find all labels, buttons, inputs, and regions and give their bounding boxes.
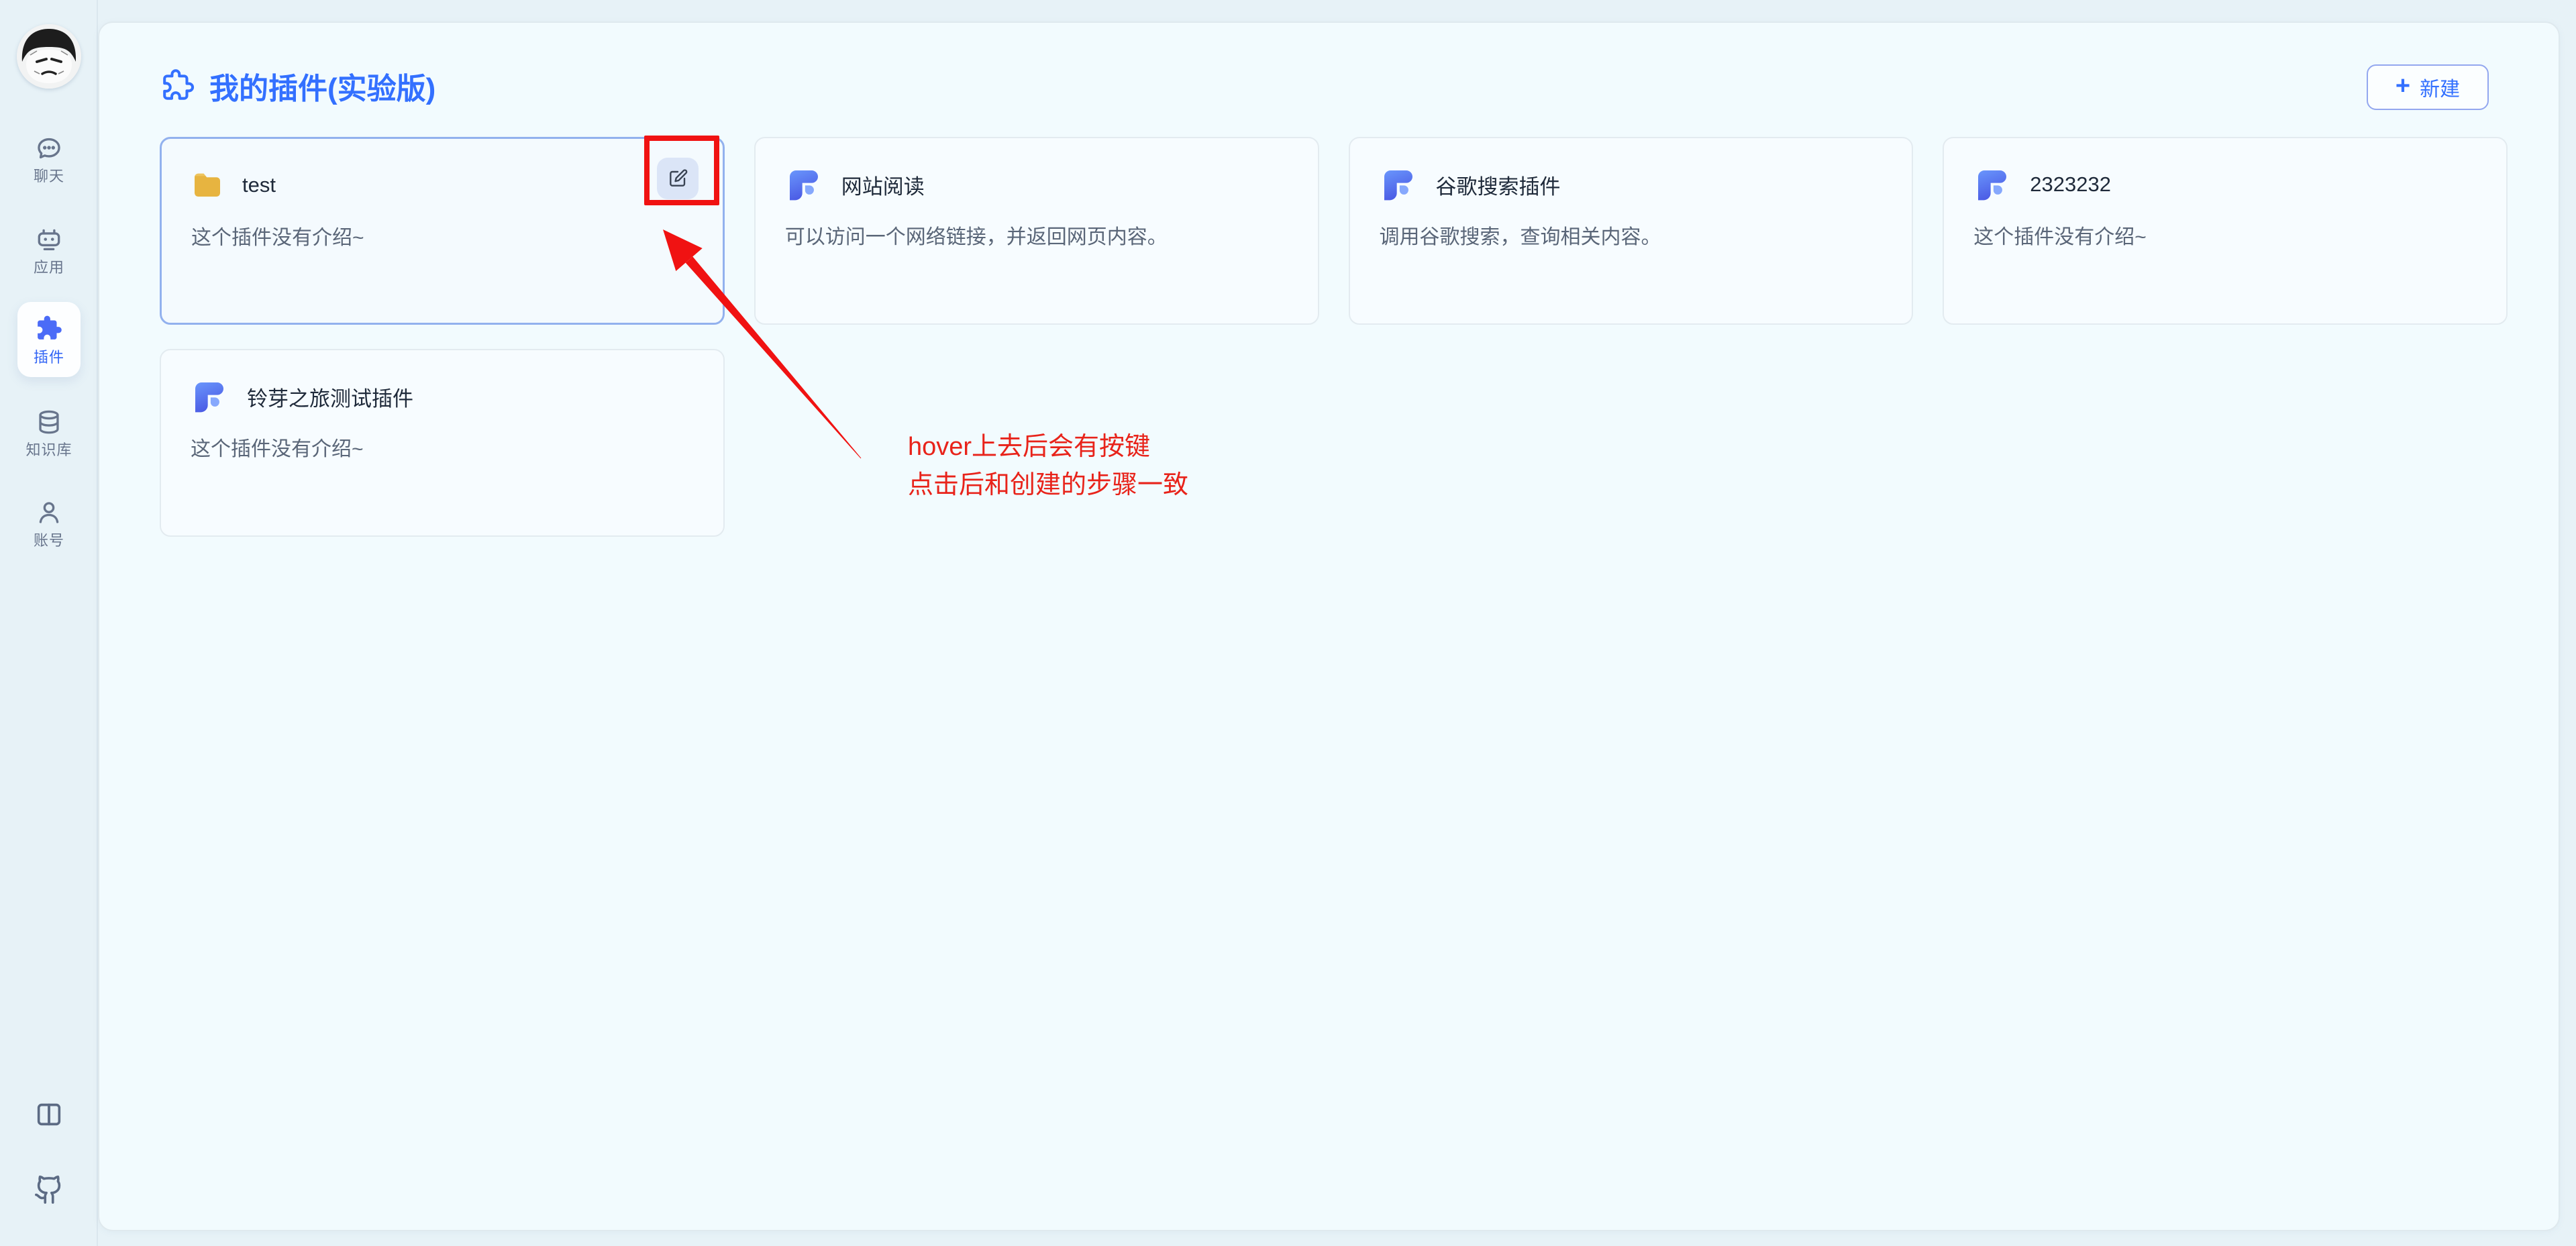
card-head: 网站阅读 [785, 165, 1288, 204]
plugin-description: 这个插件没有介绍~ [191, 432, 694, 462]
plugin-card-website-reader[interactable]: 网站阅读 可以访问一个网络链接，并返回网页内容。 [754, 137, 1319, 325]
plugin-name: test [242, 173, 276, 197]
sidebar: 聊天 应用 插件 知识库 [0, 0, 98, 1246]
sidebar-item-label: 账号 [34, 533, 64, 549]
plugin-card-2323232[interactable]: 2323232 这个插件没有介绍~ [1943, 137, 2508, 325]
new-plugin-button[interactable]: + 新建 [2367, 64, 2489, 110]
plugin-name: 铃芽之旅测试插件 [247, 382, 413, 412]
sidebar-item-plugins[interactable]: 插件 [17, 302, 81, 377]
plugin-description: 这个插件没有介绍~ [1973, 220, 2477, 250]
avatar-image [17, 24, 81, 89]
page-title: 我的插件(实验版) [160, 64, 435, 107]
plugin-card-google-search[interactable]: 谷歌搜索插件 调用谷歌搜索，查询相关内容。 [1349, 137, 1914, 325]
chat-bubble-icon [35, 134, 63, 162]
sidebar-item-account[interactable]: 账号 [0, 499, 98, 549]
edit-square-icon [667, 168, 688, 189]
fastgpt-logo-icon [1380, 166, 1417, 203]
new-button-label: 新建 [2420, 72, 2460, 102]
plugin-name: 谷歌搜索插件 [1436, 170, 1561, 200]
fastgpt-logo-icon [1973, 166, 2011, 203]
main-panel: 我的插件(实验版) + 新建 test [98, 21, 2560, 1231]
user-icon [35, 499, 63, 527]
robot-icon [35, 225, 63, 254]
sidebar-item-chat[interactable]: 聊天 [0, 134, 98, 185]
folder-icon [191, 170, 223, 200]
sidebar-item-label: 知识库 [25, 442, 72, 458]
database-icon [35, 408, 63, 436]
card-head: 谷歌搜索插件 [1380, 165, 1883, 204]
plugin-grid: test 这个插件没有介绍~ 网站阅读 可以访问一个网络链接，并返回网页内容。 [160, 137, 2508, 537]
docs-book-icon[interactable] [34, 1099, 64, 1130]
card-head: 2323232 [1973, 165, 2477, 204]
plugin-card-test[interactable]: test 这个插件没有介绍~ [160, 137, 725, 325]
puzzle-outline-icon [160, 68, 196, 104]
puzzle-icon [34, 313, 64, 344]
plugin-description: 调用谷歌搜索，查询相关内容。 [1380, 220, 1883, 250]
sidebar-item-label: 插件 [34, 350, 64, 366]
plugin-description: 这个插件没有介绍~ [191, 221, 693, 250]
sidebar-item-label: 应用 [34, 260, 64, 276]
sidebar-item-label: 聊天 [34, 168, 64, 185]
card-head: test [191, 166, 693, 205]
sidebar-item-knowledge[interactable]: 知识库 [0, 408, 98, 458]
plus-icon: + [2395, 76, 2410, 96]
plugin-description: 可以访问一个网络链接，并返回网页内容。 [785, 220, 1288, 250]
page-title-text: 我的插件(实验版) [209, 64, 435, 107]
plugin-name: 2323232 [2030, 172, 2111, 197]
fastgpt-logo-icon [785, 166, 823, 203]
card-head: 铃芽之旅测试插件 [191, 377, 694, 416]
plugin-name: 网站阅读 [841, 170, 925, 200]
avatar[interactable] [17, 24, 81, 89]
github-icon[interactable] [34, 1174, 64, 1205]
edit-plugin-button[interactable] [657, 158, 699, 199]
fastgpt-logo-icon [191, 378, 228, 415]
plugin-card-suzume-test[interactable]: 铃芽之旅测试插件 这个插件没有介绍~ [160, 349, 725, 537]
sidebar-item-apps[interactable]: 应用 [0, 225, 98, 276]
